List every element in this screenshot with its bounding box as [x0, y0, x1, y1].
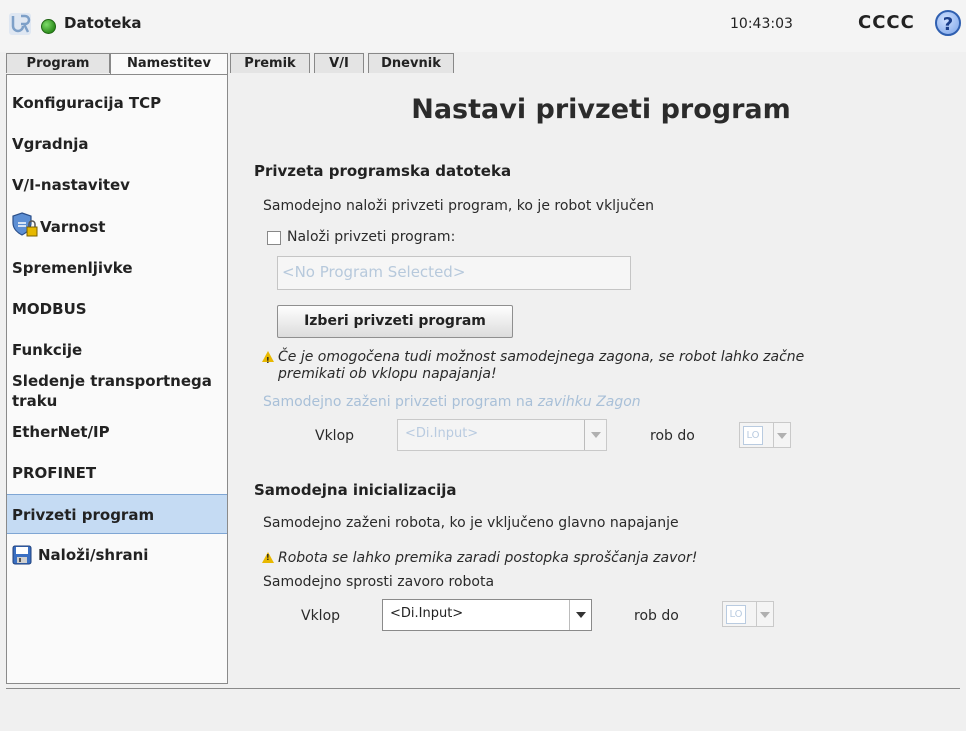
sidebar-item-variables[interactable]: Spremenljivke — [7, 259, 227, 277]
auto-init-section-title: Samodejna inicializacija — [254, 481, 457, 499]
sidebar-item-mounting[interactable]: Vgradnja — [7, 135, 227, 153]
sidebar-item-profinet[interactable]: PROFINET — [7, 464, 227, 482]
auto-init-description: Samodejno zaženi robota, ko je vključeno… — [263, 515, 679, 531]
sidebar-item-load-save[interactable]: Naloži/shrani — [7, 543, 227, 569]
sidebar-item-tcp-configuration[interactable]: Konfiguracija TCP — [7, 94, 227, 112]
autostart-input-select: <Di.Input> — [397, 419, 607, 451]
chevron-down-icon — [569, 600, 591, 630]
sidebar-item-conveyor-tracking[interactable]: Sledenje transportnega traku — [7, 371, 222, 411]
sidebar-item-label: Varnost — [40, 218, 106, 236]
tab-io[interactable]: V/I — [314, 53, 364, 73]
ur-logo-icon — [9, 13, 31, 35]
file-menu[interactable]: Datoteka — [64, 14, 142, 32]
tab-installation[interactable]: Namestitev — [110, 53, 228, 75]
warning-icon — [262, 351, 274, 369]
brake-release-text: Samodejno sprosti zavoro robota — [263, 574, 495, 590]
load-default-program-label: Naloži privzeti program: — [287, 229, 456, 245]
main-panel: Nastavi privzeti program Privzeta progra… — [232, 74, 960, 684]
power-label-2: Vklop — [301, 608, 341, 624]
robot-status-icon — [41, 19, 56, 34]
sidebar-item-ethernet-ip[interactable]: EtherNet/IP — [7, 423, 227, 441]
chevron-down-icon — [584, 420, 606, 450]
clock: 10:43:03 — [730, 16, 793, 32]
footer-divider — [6, 688, 960, 689]
power-label-1: Vklop — [315, 428, 355, 444]
load-default-program-checkbox[interactable] — [267, 231, 281, 245]
edge-label-2: rob do — [634, 608, 679, 624]
sidebar-item-safety[interactable]: Varnost — [7, 211, 227, 241]
robot-name: CCCC — [858, 12, 915, 33]
help-icon[interactable]: ? — [935, 10, 961, 36]
default-file-section-title: Privzeta programska datoteka — [254, 162, 512, 180]
tab-log[interactable]: Dnevnik — [368, 53, 454, 73]
autostart-text: Samodejno zaženi privzeti program na zav… — [263, 394, 641, 410]
brake-level-select: LO — [722, 601, 774, 627]
autostart-level-select: LO — [739, 422, 791, 448]
page-title: Nastavi privzeti program — [411, 94, 791, 125]
select-default-program-button[interactable]: Izberi privzeti program — [277, 305, 513, 338]
edge-label-1: rob do — [650, 428, 695, 444]
chevron-down-icon — [756, 602, 773, 626]
warning-icon — [262, 552, 274, 563]
brake-input-select[interactable]: <Di.Input> — [382, 599, 592, 631]
tab-program[interactable]: Program — [6, 53, 110, 73]
sidebar-item-modbus[interactable]: MODBUS — [7, 300, 227, 318]
sidebar-item-features[interactable]: Funkcije — [7, 341, 227, 359]
brake-warning: Robota se lahko premika zaradi postopka … — [262, 550, 697, 566]
save-disk-icon — [12, 545, 32, 565]
top-bar: Datoteka 10:43:03 CCCC ? — [0, 0, 966, 52]
sidebar-item-label: Naloži/shrani — [38, 546, 149, 564]
sidebar: Konfiguracija TCP Vgradnja V/I-nastavite… — [6, 74, 228, 684]
sidebar-item-io-setup[interactable]: V/I-nastavitev — [7, 176, 227, 194]
chevron-down-icon — [773, 423, 790, 447]
tab-move[interactable]: Premik — [230, 53, 310, 73]
autostart-tab-link[interactable]: zavihku Zagon — [538, 394, 641, 410]
sidebar-item-default-program[interactable]: Privzeti program — [7, 494, 227, 534]
default-file-description: Samodejno naloži privzeti program, ko je… — [263, 198, 655, 214]
safety-shield-icon — [12, 212, 38, 237]
autostart-warning: Če je omogočena tudi možnost samodejnega… — [262, 349, 804, 383]
default-program-field: <No Program Selected> — [277, 256, 631, 290]
